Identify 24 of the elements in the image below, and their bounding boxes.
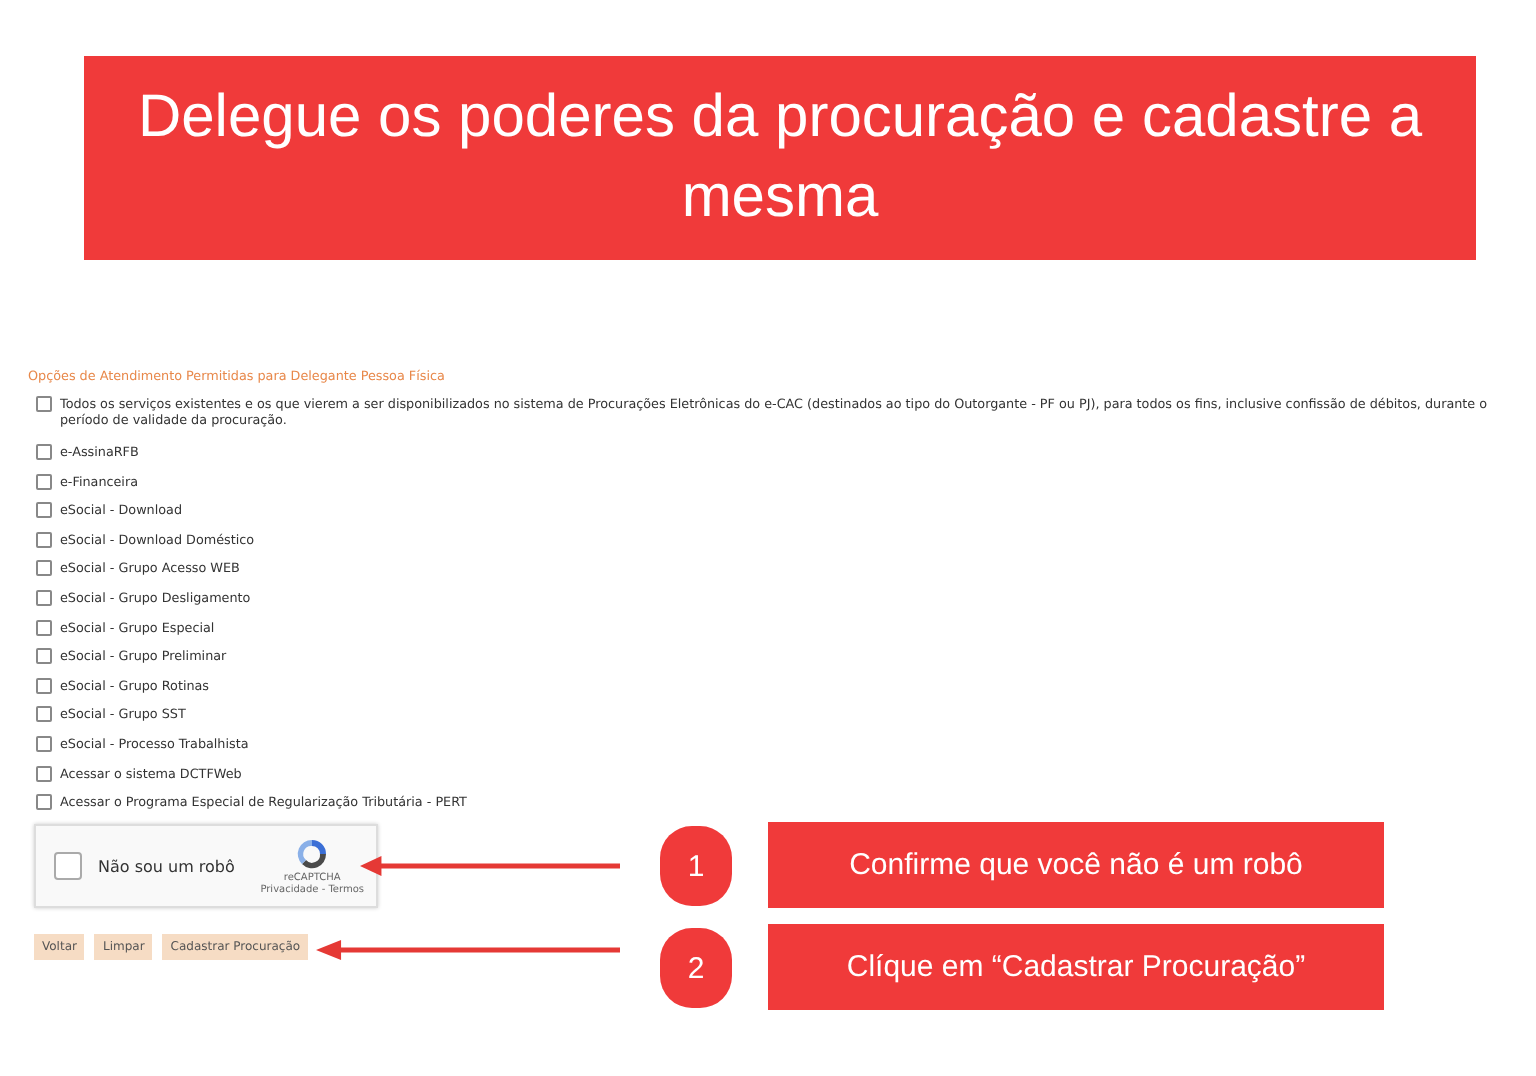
captcha-checkbox[interactable] [54, 852, 82, 881]
banner-title: Delegue os poderes da procuração e cadastre a mesma [135, 82, 1425, 234]
checkbox[interactable] [36, 531, 52, 548]
checkbox[interactable] [36, 589, 52, 606]
checkbox[interactable] [36, 444, 52, 460]
checkbox[interactable] [36, 648, 52, 665]
checkbox[interactable] [36, 706, 52, 723]
step-callout: Confirme que você não é um robô [768, 822, 1384, 908]
checkbox[interactable] [36, 765, 52, 782]
checkbox[interactable] [36, 619, 52, 636]
checkbox[interactable] [36, 677, 52, 694]
arrow-icon [360, 856, 620, 876]
checkbox[interactable] [36, 794, 52, 811]
checkbox[interactable] [36, 396, 52, 412]
step-number: 2 [660, 928, 732, 1008]
checkbox[interactable] [36, 735, 52, 752]
recaptcha-logo-icon [294, 836, 331, 873]
checkbox[interactable] [36, 560, 52, 577]
arrow-icon [316, 940, 620, 960]
captcha-label: Não sou um robô [98, 857, 237, 876]
step-callout: Clíque em “Cadastrar Procuração” [768, 924, 1384, 1010]
step-number: 1 [660, 826, 732, 906]
checkbox[interactable] [36, 473, 52, 490]
checkbox[interactable] [36, 502, 52, 519]
